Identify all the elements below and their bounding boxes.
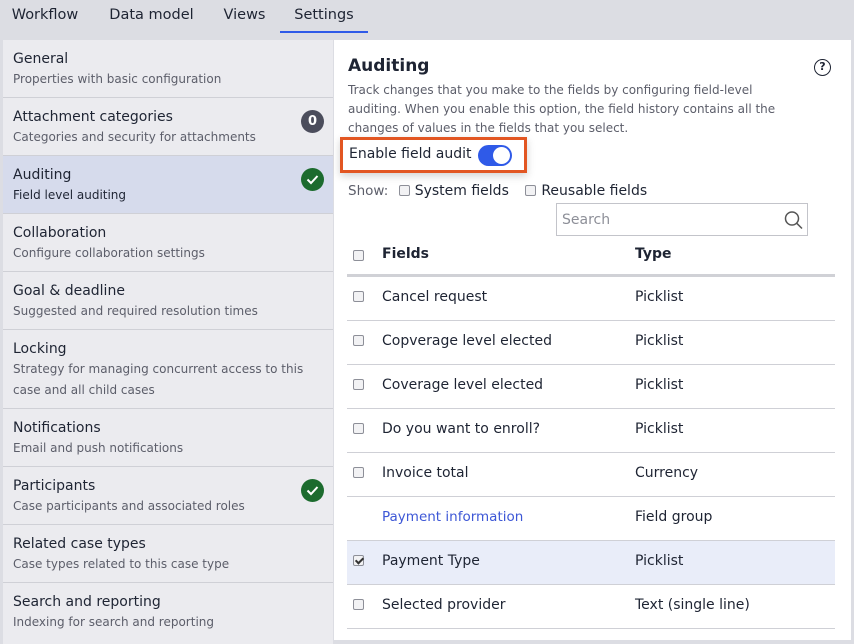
sidebar-item-desc: Configure collaboration settings [13, 246, 205, 260]
field-name: Cancel request [382, 289, 488, 305]
sidebar-item-search-reporting[interactable]: Search and reporting Indexing for search… [3, 583, 333, 641]
system-fields-option[interactable]: System fields [398, 183, 514, 199]
field-name: Payment Type [382, 553, 480, 569]
search-field [556, 203, 808, 236]
sidebar-item-title: Auditing [13, 167, 72, 183]
table-header: Fields Type [347, 236, 835, 277]
toggle-knob [493, 147, 510, 164]
field-type: Picklist [635, 333, 684, 349]
header-fields: Fields [382, 246, 430, 262]
sidebar-item-collaboration[interactable]: Collaboration Configure collaboration se… [3, 214, 333, 272]
auditing-description: Track changes that you make to the field… [348, 83, 776, 135]
row-checkbox[interactable] [353, 291, 364, 302]
field-name: Coverage level elected [382, 377, 544, 393]
row-checkbox[interactable] [353, 423, 364, 434]
tab-settings[interactable]: Settings [280, 0, 368, 33]
field-name: Do you want to enroll? [382, 421, 541, 437]
table-row: Cancel request Picklist [347, 277, 835, 321]
sidebar-item-attachment-categories[interactable]: Attachment categories Categories and sec… [3, 98, 333, 156]
sidebar-item-desc: Case types related to this case type [13, 557, 230, 571]
table-row: Do you want to enroll? Picklist [347, 409, 835, 453]
row-checkbox[interactable] [353, 335, 364, 346]
sidebar-item-desc: Categories and security for attachments [13, 130, 256, 144]
field-name: Copverage level elected [382, 333, 552, 349]
sidebar-item-desc: Properties with basic configuration [13, 72, 222, 86]
table-row: Invoice total Currency [347, 453, 835, 497]
system-fields-label: System fields [414, 183, 509, 199]
sidebar-item-related-case-types[interactable]: Related case types Case types related to… [3, 525, 333, 583]
sidebar-item-desc: Field level auditing [13, 188, 127, 202]
search-input[interactable] [557, 204, 777, 235]
search-icon[interactable] [783, 210, 805, 230]
table-row: Coverage level elected Picklist [347, 365, 835, 409]
check-circle-icon [301, 168, 324, 191]
field-group-link[interactable]: Payment information [382, 509, 523, 525]
sidebar-item-goal-deadline[interactable]: Goal & deadline Suggested and required r… [3, 272, 333, 330]
row-checkbox[interactable] [353, 379, 364, 390]
sidebar-item-title: Collaboration [13, 225, 107, 241]
sidebar-item-title: Related case types [13, 536, 146, 552]
tab-data-model[interactable]: Data model [109, 0, 194, 33]
sidebar-item-desc: Indexing for search and reporting [13, 615, 214, 629]
show-filter-row: Show: System fields Reusable fields [348, 183, 659, 203]
field-name: Invoice total [382, 465, 469, 481]
field-type: Field group [635, 509, 713, 525]
field-type: Picklist [635, 553, 684, 569]
sidebar-item-notifications[interactable]: Notifications Email and push notificatio… [3, 409, 333, 467]
table-row: Copverage level elected Picklist [347, 321, 835, 365]
sidebar-item-title: General [13, 51, 69, 67]
field-type: Picklist [635, 377, 684, 393]
sidebar-item-desc: Suggested and required resolution times [13, 304, 258, 318]
tab-workflow[interactable]: Workflow [10, 0, 80, 33]
sidebar-item-title: Search and reporting [13, 594, 161, 610]
reusable-fields-label: Reusable fields [541, 183, 648, 199]
sidebar-item-auditing[interactable]: Auditing Field level auditing [3, 156, 333, 214]
settings-sidebar: General Properties with basic configurat… [3, 40, 333, 644]
row-checkbox[interactable] [353, 467, 364, 478]
sidebar-item-desc: Case participants and associated roles [13, 499, 245, 513]
enable-field-audit-highlight: Enable field audit [340, 137, 527, 173]
sidebar-item-title: Goal & deadline [13, 283, 125, 299]
tab-views[interactable]: Views [223, 0, 266, 33]
sidebar-item-desc: Strategy for managing concurrent access … [13, 362, 304, 397]
sidebar-item-desc: Email and push notifications [13, 441, 184, 455]
auditing-panel: Auditing ? Track changes that you make t… [334, 40, 851, 640]
sidebar-item-title: Participants [13, 478, 96, 494]
sidebar-item-title: Attachment categories [13, 109, 173, 125]
fields-table: Fields Type Cancel request Picklist Copv… [347, 236, 835, 629]
field-type: Picklist [635, 421, 684, 437]
header-type: Type [635, 246, 672, 262]
field-type: Picklist [635, 289, 684, 305]
row-checkbox-checked[interactable] [353, 555, 364, 566]
field-type: Currency [635, 465, 699, 481]
count-badge: 0 [301, 110, 324, 133]
field-name: Selected provider [382, 597, 506, 613]
reusable-fields-checkbox[interactable] [525, 185, 537, 196]
show-label: Show: [348, 183, 389, 199]
table-row-group: Payment information Field group [347, 497, 835, 541]
select-all-checkbox[interactable] [353, 250, 364, 261]
sidebar-item-participants[interactable]: Participants Case participants and assoc… [3, 467, 333, 525]
field-type: Text (single line) [635, 597, 750, 613]
row-checkbox[interactable] [353, 599, 364, 610]
page-title: Auditing [348, 56, 430, 76]
table-row-selected: Payment Type Picklist [347, 541, 835, 585]
sidebar-item-title: Locking [13, 341, 67, 357]
help-icon[interactable]: ? [814, 59, 831, 76]
enable-field-audit-toggle[interactable] [478, 145, 512, 166]
reusable-fields-option[interactable]: Reusable fields [525, 183, 647, 199]
system-fields-checkbox[interactable] [398, 185, 410, 196]
sidebar-item-title: Notifications [13, 420, 101, 436]
sidebar-item-general[interactable]: General Properties with basic configurat… [3, 40, 333, 98]
table-row: Selected provider Text (single line) [347, 585, 835, 629]
enable-field-audit-label: Enable field audit [349, 146, 472, 162]
check-circle-icon [301, 479, 324, 502]
sidebar-item-locking[interactable]: Locking Strategy for managing concurrent… [3, 330, 333, 409]
top-tab-bar: Workflow Data model Views Settings [0, 0, 854, 40]
